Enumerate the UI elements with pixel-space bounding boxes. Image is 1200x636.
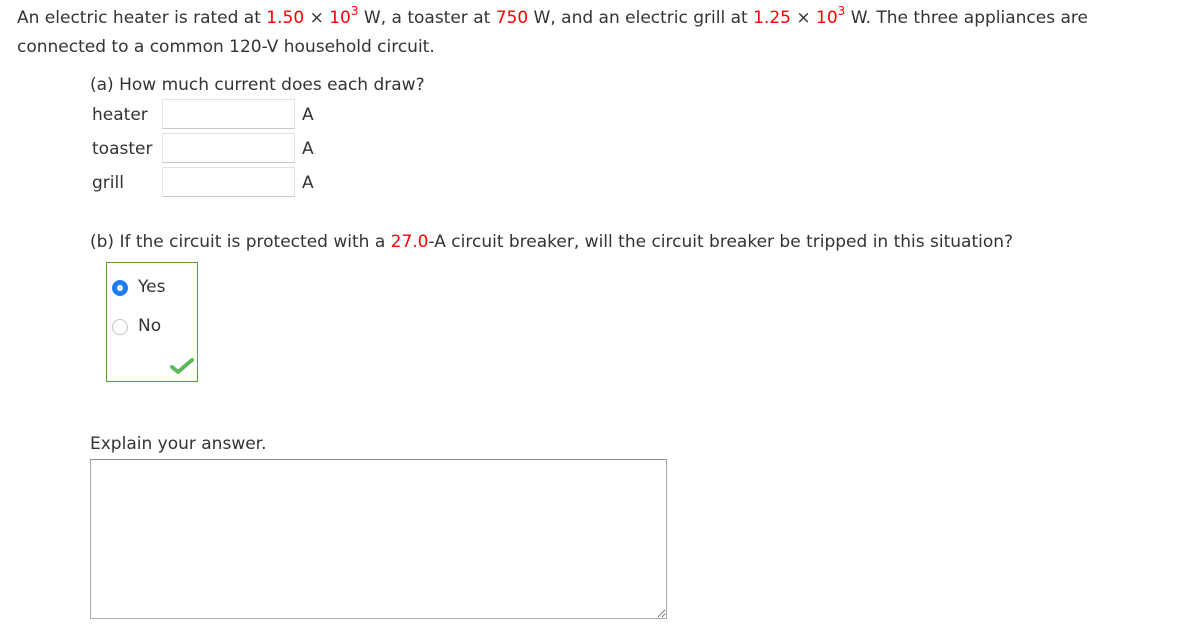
toaster-unit: A xyxy=(302,139,314,159)
grill-unit: A xyxy=(302,173,314,193)
grill-power-exp: 3 xyxy=(837,4,846,19)
problem-text: W, a toaster at xyxy=(358,8,496,28)
grill-power-base: 10 xyxy=(816,8,838,28)
heater-unit: A xyxy=(302,105,314,125)
problem-statement-line2: connected to a common 120-V household ci… xyxy=(17,37,435,57)
part-b-question: (b) If the circuit is protected with a 2… xyxy=(90,232,1013,252)
no-radio[interactable] xyxy=(112,319,128,335)
part-b-text: (b) If the circuit is protected with a xyxy=(90,232,391,252)
problem-text: W. The three appliances are xyxy=(845,8,1088,28)
heater-power-value: 1.50 xyxy=(266,8,304,28)
toaster-label: toaster xyxy=(92,139,153,159)
problem-statement-line1: An electric heater is rated at 1.50 × 10… xyxy=(17,5,1088,28)
heater-power-mantissa: 1.50 xyxy=(266,8,305,28)
times-symbol: × xyxy=(796,8,811,28)
yes-radio[interactable] xyxy=(112,280,128,296)
explain-label: Explain your answer. xyxy=(90,434,267,454)
grill-power-mantissa: 1.25 xyxy=(753,8,791,28)
answer-choices-correct: Yes No xyxy=(106,262,198,382)
grill-current-input[interactable] xyxy=(162,167,295,197)
grill-power-exponent-group: 103 xyxy=(816,5,845,28)
no-label[interactable]: No xyxy=(138,316,161,336)
explain-textarea[interactable] xyxy=(90,459,667,619)
toaster-power-value: 750 xyxy=(495,8,529,28)
heater-current-input[interactable] xyxy=(162,99,295,129)
part-b-text: -A circuit breaker, will the circuit bre… xyxy=(428,232,1014,252)
heater-power-base: 10 xyxy=(329,8,351,28)
toaster-current-input[interactable] xyxy=(162,133,295,163)
problem-text: An electric heater is rated at xyxy=(17,8,267,28)
heater-label: heater xyxy=(92,105,148,125)
checkmark-icon xyxy=(170,358,194,374)
part-a-question: (a) How much current does each draw? xyxy=(90,75,425,95)
breaker-rating-value: 27.0 xyxy=(390,232,429,252)
yes-label[interactable]: Yes xyxy=(138,277,165,297)
heater-power-exp: 3 xyxy=(350,4,359,19)
grill-label: grill xyxy=(92,173,124,193)
heater-power-exponent-group: 103 xyxy=(329,5,358,28)
problem-text: W, and an electric grill at xyxy=(528,8,754,28)
times-symbol: × xyxy=(309,8,324,28)
